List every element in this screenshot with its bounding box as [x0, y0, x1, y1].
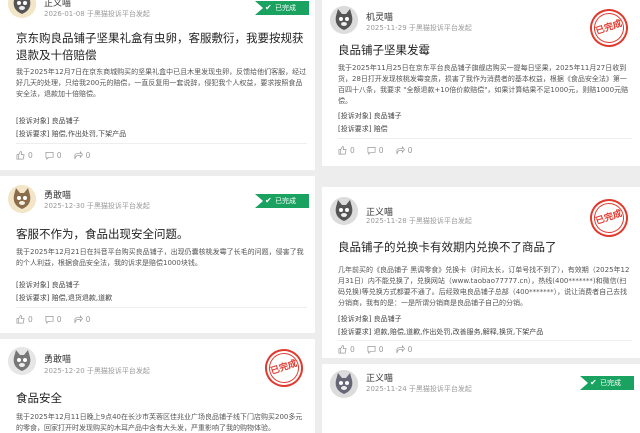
post-meta: 2025-11-24 于黑猫投诉平台发起	[366, 385, 472, 393]
card-header: 勇敢喵 2025-12-20 于黑猫投诉平台发起 已完成	[0, 339, 315, 392]
complaint-card[interactable]: 正义喵 2025-11-28 于黑猫投诉平台发起 已完成 良品铺子的兑换卡有效期…	[322, 187, 640, 358]
share-button[interactable]: 0	[74, 151, 90, 160]
share-button[interactable]: 0	[74, 315, 90, 324]
thumb-up-icon	[16, 151, 25, 160]
status-badge: ✔ 已完成	[255, 194, 309, 208]
complaint-title[interactable]: 客服不作为，食品出现安全问题。	[16, 226, 305, 243]
complaint-card[interactable]: 正义喵 2025-11-24 于黑猫投诉平台发起 ✔ 已完成	[322, 364, 640, 433]
status-badge: ✔ 已完成	[255, 1, 309, 15]
complaint-title[interactable]: 良品铺子的兑换卡有效期内兑换不了商品了	[338, 239, 630, 256]
divider	[338, 340, 632, 341]
comment-button[interactable]: 0	[367, 146, 384, 155]
username[interactable]: 正义喵	[44, 0, 71, 9]
cat-avatar-icon[interactable]	[330, 197, 358, 225]
comment-button[interactable]: 0	[45, 151, 62, 160]
action-bar: 0 0 0	[338, 345, 412, 354]
cat-avatar-icon[interactable]	[8, 185, 36, 213]
complaint-card[interactable]: 勇敢喵 2025-12-20 于黑猫投诉平台发起 已完成 食品安全 我于2025…	[0, 339, 315, 433]
complaint-body: 我于2025年12月7日在京东商城购买的坚果礼盒中已且木里发现虫卵，反馈给他们客…	[16, 68, 307, 98]
complaint-body: 几年前买的《良品铺子 黑调零食》兑换卡（时间太长，订单号找不到了），有效期（20…	[338, 266, 630, 307]
share-icon	[74, 315, 83, 324]
complaint-card[interactable]: 正义喵 2026-01-08 于黑猫投诉平台发起 ✔ 已完成 京东购良品铺子坚果礼…	[0, 0, 315, 170]
share-button[interactable]: 0	[396, 146, 412, 155]
complaint-demand: [投诉要求] 赔偿	[338, 125, 388, 133]
share-icon	[396, 146, 405, 155]
username[interactable]: 勇敢喵	[44, 188, 71, 201]
post-meta: 2025-12-30 于黑猫投诉平台发起	[44, 202, 150, 210]
card-header: 正义喵 2026-01-08 于黑猫投诉平台发起 ✔ 已完成	[0, 0, 315, 20]
like-button[interactable]: 0	[16, 151, 33, 160]
status-badge: ✔ 已完成	[580, 376, 634, 390]
check-icon: ✔	[590, 378, 597, 387]
post-meta: 2026-01-08 于黑猫投诉平台发起	[44, 10, 150, 18]
divider	[16, 307, 307, 308]
complaint-body: 我于2025年11月25日在京东平台良品铺子旗舰店购买一提每日坚果，2025年1…	[338, 64, 629, 105]
complaint-demand: [投诉要求] 赔偿,作出处罚,下架产品	[16, 130, 127, 138]
share-icon	[396, 345, 405, 354]
post-meta: 2025-12-20 于黑猫投诉平台发起	[44, 367, 150, 375]
card-header: 正义喵 2025-11-28 于黑猫投诉平台发起 已完成	[322, 187, 640, 242]
complaint-title[interactable]: 良品铺子坚果发霉	[338, 42, 630, 59]
card-header: 正义喵 2025-11-24 于黑猫投诉平台发起 ✔ 已完成	[322, 364, 640, 398]
comment-button[interactable]: 0	[367, 345, 384, 354]
comment-icon	[45, 151, 54, 160]
share-icon	[74, 151, 83, 160]
complaint-card[interactable]: 勇敢喵 2025-12-30 于黑猫投诉平台发起 ✔ 已完成 客服不作为，食品出现…	[0, 176, 315, 333]
comment-icon	[45, 315, 54, 324]
card-header: 勇敢喵 2025-12-30 于黑猫投诉平台发起 ✔ 已完成	[0, 176, 315, 213]
thumb-up-icon	[16, 315, 25, 324]
comment-button[interactable]: 0	[45, 315, 62, 324]
right-column: 机灵喵 2025-11-29 于黑猫投诉平台发起 已完成 良品铺子坚果发霉 我于…	[322, 0, 640, 433]
action-bar: 0 0 0	[16, 151, 90, 160]
cat-avatar-icon[interactable]	[330, 370, 358, 398]
completed-stamp: 已完成	[585, 194, 633, 242]
username[interactable]: 勇敢喵	[44, 352, 71, 365]
username[interactable]: 正义喵	[366, 371, 393, 384]
action-bar: 0 0 0	[16, 315, 90, 324]
divider	[338, 138, 632, 139]
complaint-title[interactable]: 食品安全	[16, 390, 305, 407]
complaint-target: [投诉对象] 良品铺子	[338, 112, 402, 120]
complaint-title[interactable]: 京东购良品铺子坚果礼盒有虫卵，客服敷衍，我要按规获退款及十倍赔偿	[16, 30, 305, 64]
thumb-up-icon	[338, 345, 347, 354]
like-button[interactable]: 0	[338, 345, 355, 354]
complaint-target: [投诉对象] 良品铺子	[16, 117, 80, 125]
check-icon: ✔	[265, 196, 272, 205]
complaint-body: 我于2025年12月21日在抖音平台购买良品铺子，出现仍囊核桃发霉了长毛的问题，…	[16, 248, 304, 267]
like-button[interactable]: 0	[16, 315, 33, 324]
left-column: 正义喵 2026-01-08 于黑猫投诉平台发起 ✔ 已完成 京东购良品铺子坚果礼…	[0, 0, 315, 433]
divider	[16, 143, 307, 144]
post-meta: 2025-11-29 于黑猫投诉平台发起	[366, 24, 472, 32]
complaint-body: 我于2025年12月11日晚上9点40在长沙市芙蓉区佳兆业广场良品铺子线下门店购…	[16, 413, 303, 432]
username[interactable]: 机灵喵	[366, 10, 393, 23]
check-icon: ✔	[265, 3, 272, 12]
share-button[interactable]: 0	[396, 345, 412, 354]
card-header: 机灵喵 2025-11-29 于黑猫投诉平台发起 已完成	[322, 0, 640, 52]
cat-avatar-icon[interactable]	[330, 6, 358, 34]
action-bar: 0 0 0	[338, 146, 412, 155]
post-meta: 2025-11-28 于黑猫投诉平台发起	[366, 217, 472, 225]
like-button[interactable]: 0	[338, 146, 355, 155]
complaint-demand: [投诉要求] 退款,赔偿,道歉,作出处罚,改善服务,解释,换货,下架产品	[338, 328, 544, 336]
cat-avatar-icon[interactable]	[8, 0, 36, 18]
complaint-card[interactable]: 机灵喵 2025-11-29 于黑猫投诉平台发起 已完成 良品铺子坚果发霉 我于…	[322, 0, 640, 166]
thumb-up-icon	[338, 146, 347, 155]
comment-icon	[367, 146, 376, 155]
comment-icon	[367, 345, 376, 354]
complaint-target: [投诉对象] 良品铺子	[338, 315, 402, 323]
completed-stamp: 已完成	[260, 344, 308, 392]
cat-avatar-icon[interactable]	[8, 347, 36, 375]
complaint-target: [投诉对象] 良品铺子	[16, 281, 80, 289]
complaint-demand: [投诉要求] 赔偿,退货退款,道歉	[16, 294, 113, 302]
